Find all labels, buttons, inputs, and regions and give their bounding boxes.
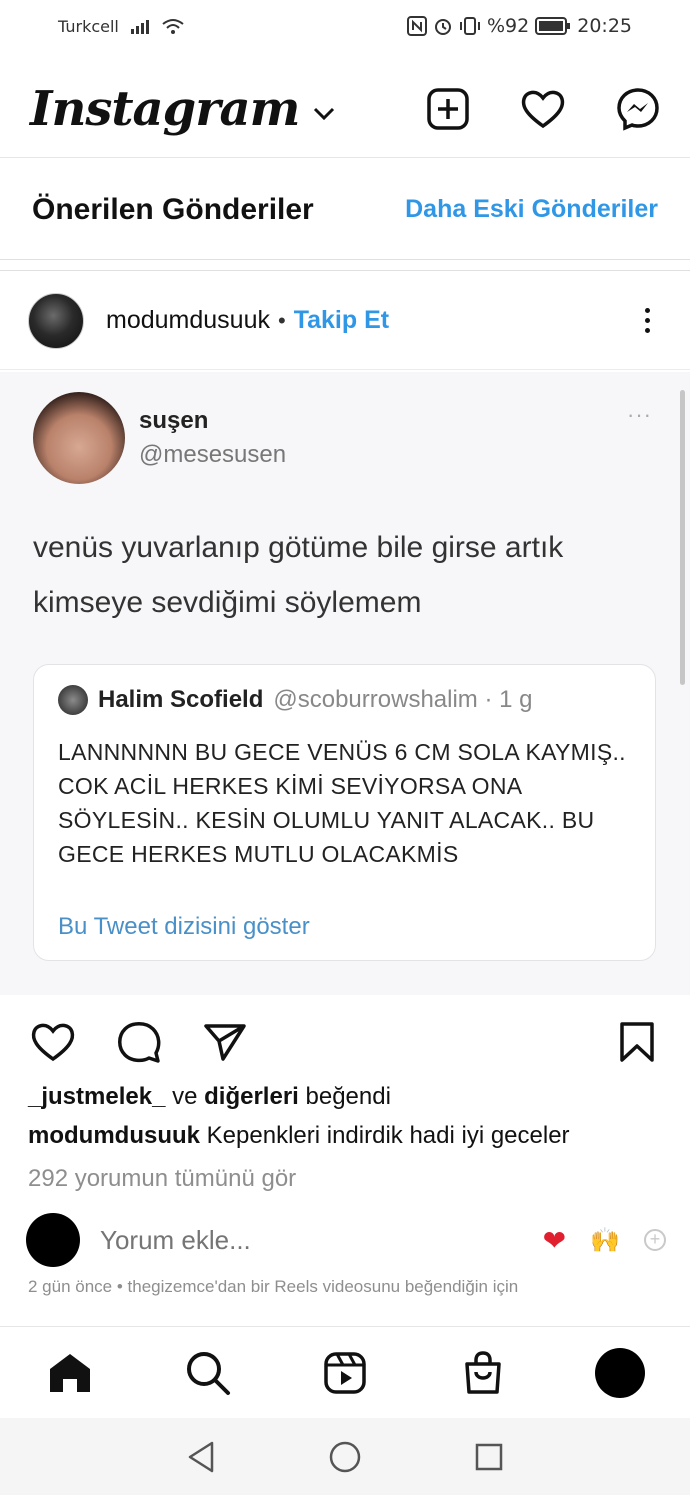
- app-header: Instagram: [0, 60, 690, 158]
- shop-bag-icon: [464, 1350, 501, 1394]
- system-navigation-bar: [0, 1418, 690, 1495]
- nav-reels[interactable]: [319, 1347, 371, 1399]
- home-circle-icon[interactable]: [328, 1440, 362, 1474]
- divider: [0, 270, 690, 271]
- liked-by-connector: ve: [172, 1083, 198, 1110]
- post-header: modumdusuuk • Takip Et: [0, 272, 690, 370]
- quick-react-heart[interactable]: ❤: [543, 1224, 566, 1257]
- signal-icon: [130, 18, 149, 34]
- like-heart-icon[interactable]: [30, 1021, 76, 1063]
- liked-by-suffix: beğendi: [305, 1083, 391, 1110]
- caption-username[interactable]: modumdusuuk: [28, 1122, 200, 1149]
- activity-heart-icon[interactable]: [520, 88, 566, 130]
- status-left: Turkcell: [58, 17, 185, 36]
- quoted-tweet-header: Halim Scofield @scoburrowshalim · 1 g: [58, 685, 533, 715]
- nav-search[interactable]: [182, 1347, 234, 1399]
- messenger-icon[interactable]: [616, 87, 660, 131]
- nav-profile[interactable]: [594, 1347, 646, 1399]
- nfc-icon: [407, 16, 427, 36]
- add-comment-row: ❤ 🙌 +: [26, 1212, 666, 1268]
- image-scrollbar: [680, 390, 685, 685]
- wifi-icon: [162, 19, 184, 34]
- carrier-label: Turkcell: [58, 16, 119, 36]
- tweet-author-names: suşen @mesesusen: [139, 407, 286, 469]
- tweet-author-avatar: [33, 392, 125, 484]
- quick-reactions: ❤ 🙌 +: [543, 1224, 666, 1257]
- status-right: %92 20:25: [407, 15, 632, 37]
- suggested-posts-bar: Önerilen Gönderiler Daha Eski Gönderiler: [0, 160, 690, 260]
- quick-react-add-icon[interactable]: +: [644, 1229, 666, 1251]
- recents-square-icon[interactable]: [474, 1442, 504, 1472]
- back-icon[interactable]: [186, 1440, 216, 1474]
- post-actions-left: [30, 1020, 248, 1064]
- nav-shop[interactable]: [457, 1347, 509, 1399]
- post-author-avatar[interactable]: [28, 292, 84, 349]
- comment-input[interactable]: [100, 1224, 430, 1256]
- alarm-icon: [435, 19, 451, 35]
- post-image[interactable]: suşen @mesesusen ··· venüs yuvarlanıp gö…: [0, 372, 690, 995]
- chevron-down-icon[interactable]: [313, 107, 335, 121]
- battery-percent: %92: [487, 15, 530, 37]
- liked-by-user[interactable]: _justmelek_: [28, 1083, 165, 1110]
- profile-avatar: [595, 1347, 645, 1398]
- show-thread-link: Bu Tweet dizisini göster: [58, 913, 310, 940]
- search-icon: [186, 1351, 230, 1395]
- instagram-logo[interactable]: Instagram: [30, 81, 300, 137]
- share-send-icon[interactable]: [202, 1021, 248, 1063]
- bottom-navigation: [0, 1326, 690, 1418]
- liked-by-text[interactable]: _justmelek_ ve diğerleri beğendi: [28, 1083, 391, 1111]
- reels-icon: [324, 1351, 366, 1394]
- tweet-header: suşen @mesesusen: [33, 392, 286, 484]
- nav-home[interactable]: [44, 1347, 96, 1399]
- post-caption: modumdusuuk Kepenkleri indirdik hadi iyi…: [28, 1122, 570, 1150]
- battery-icon: [535, 17, 571, 35]
- tweet-text: venüs yuvarlanıp götüme bile girse artık…: [33, 531, 564, 619]
- separator-dot: •: [277, 307, 286, 333]
- tweet-author-name: suşen: [139, 407, 209, 434]
- quick-react-raised-hands[interactable]: 🙌: [590, 1226, 620, 1255]
- quoted-author-handle: @scoburrowshalim · 1 g: [273, 686, 533, 713]
- caption-text: Kepenkleri indirdik hadi iyi geceler: [206, 1122, 570, 1149]
- save-bookmark-icon[interactable]: [618, 1021, 656, 1063]
- current-user-avatar: [26, 1213, 80, 1267]
- more-options-icon[interactable]: [645, 308, 650, 333]
- tweet-author-handle: @mesesusen: [139, 441, 287, 468]
- liked-by-others[interactable]: diğerleri: [204, 1083, 299, 1110]
- quoted-author-avatar: [58, 685, 88, 715]
- comment-icon[interactable]: [116, 1020, 162, 1064]
- quoted-tweet: Halim Scofield @scoburrowshalim · 1 g LA…: [33, 664, 656, 961]
- quoted-author-name: Halim Scofield: [98, 686, 264, 713]
- clock: 20:25: [577, 15, 632, 37]
- follow-button[interactable]: Takip Et: [294, 306, 389, 335]
- status-bar: Turkcell %92 20:25: [0, 0, 690, 52]
- older-posts-link[interactable]: Daha Eski Gönderiler: [405, 195, 658, 224]
- post-actions: [0, 1012, 690, 1072]
- suggested-posts-title: Önerilen Gönderiler: [32, 192, 314, 226]
- new-post-icon[interactable]: [426, 87, 470, 131]
- home-icon: [50, 1353, 90, 1392]
- view-all-comments-link[interactable]: 292 yorumun tümünü gör: [28, 1165, 296, 1193]
- tweet-more-icon: ···: [627, 402, 652, 427]
- post-author-username[interactable]: modumdusuuk: [106, 306, 270, 335]
- vibrate-icon: [460, 17, 480, 35]
- quoted-tweet-text: LANNNNNN BU GECE VENÜS 6 CM SOLA KAYMIŞ.…: [58, 739, 626, 867]
- header-actions: [426, 87, 660, 131]
- post-meta: 2 gün önce • thegizemce'dan bir Reels vi…: [28, 1277, 519, 1296]
